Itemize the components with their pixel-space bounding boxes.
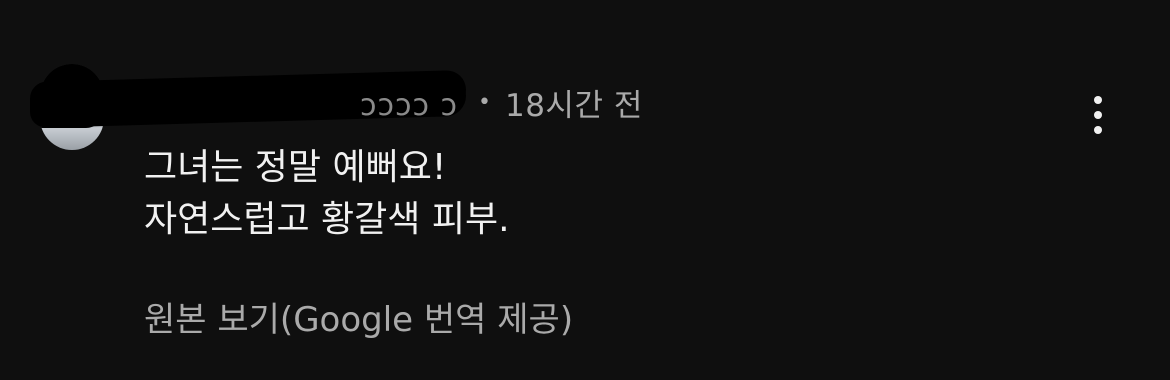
more-options-button[interactable] [1078, 92, 1118, 138]
author-name[interactable]: ɔɔɔɔ ɔ [360, 88, 458, 123]
more-vert-icon [1094, 96, 1102, 104]
separator-dot: • [478, 89, 491, 115]
see-original-link[interactable]: 원본 보기(Google 번역 제공) [144, 298, 573, 342]
comment: ɔɔɔɔ ɔ • 18시간 전 그녀는 정말 예뻐요! 자연스럽고 황갈색 피부… [0, 0, 1170, 380]
comment-text: 그녀는 정말 예뻐요! 자연스럽고 황갈색 피부. [144, 142, 1044, 246]
comment-text-line: 그녀는 정말 예뻐요! [144, 147, 447, 188]
comment-header: ɔɔɔɔ ɔ • 18시간 전 [30, 75, 643, 129]
comment-text-line: 자연스럽고 황갈색 피부. [144, 199, 510, 240]
timestamp[interactable]: 18시간 전 [505, 80, 643, 125]
